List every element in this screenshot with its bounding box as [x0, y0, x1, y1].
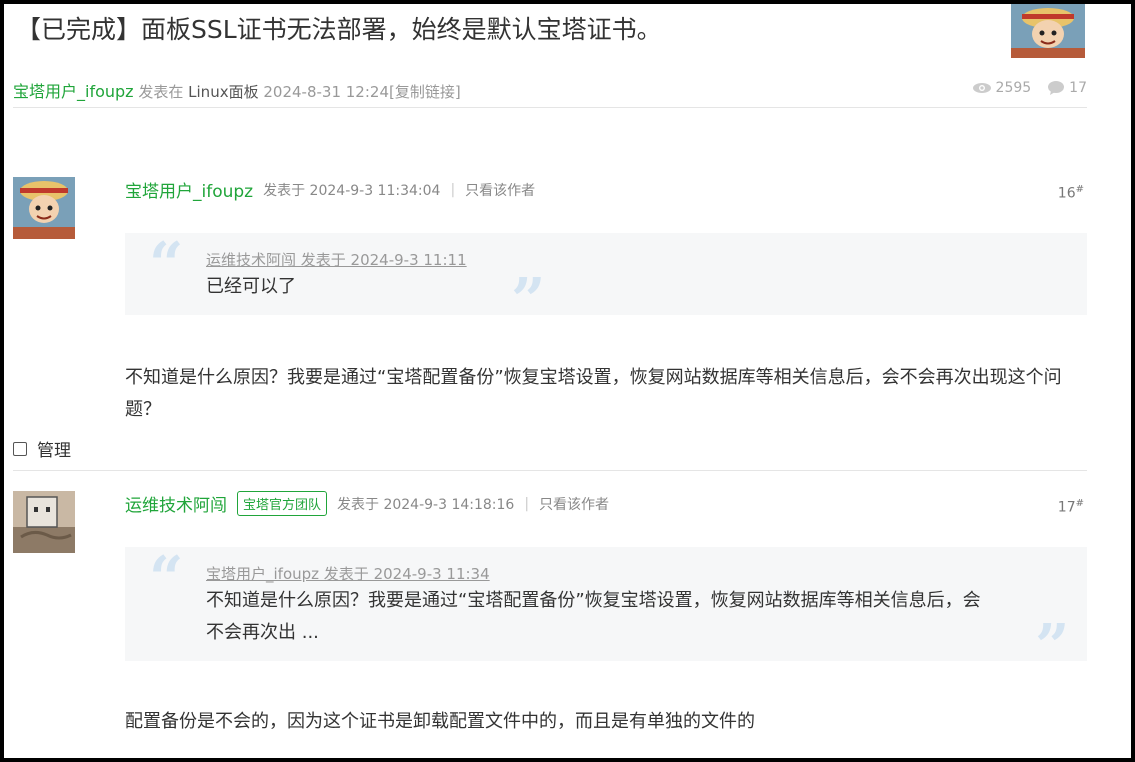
- separator: |: [524, 495, 530, 512]
- board-link[interactable]: Linux面板: [188, 83, 258, 101]
- thread-stats: 2595 17: [972, 80, 1087, 96]
- post-header: 运维技术阿闯 宝塔官方团队 发表于 2024-9-3 14:18:16 | 只看…: [125, 491, 609, 516]
- official-team-badge: 宝塔官方团队: [237, 491, 328, 516]
- post-author-link[interactable]: 运维技术阿闯: [125, 491, 227, 516]
- manage-label: 管理: [37, 441, 71, 461]
- post-avatar[interactable]: [13, 177, 75, 239]
- reply-count: 17: [1069, 80, 1087, 96]
- divider: [13, 107, 1087, 108]
- view-count: 2595: [995, 80, 1032, 96]
- only-author-link[interactable]: 只看该作者: [539, 494, 609, 514]
- page: 【已完成】面板SSL证书无法部署，始终是默认宝塔证书。 宝塔用户_ifoupz …: [4, 4, 1131, 758]
- post-date: 发表于 2024-9-3 14:18:16: [337, 496, 515, 513]
- thread-meta: 宝塔用户_ifoupz 发表在 Linux面板 2024-8-31 12:24[…: [13, 78, 461, 102]
- quote-reference-link[interactable]: 运维技术阿闯 发表于 2024-9-3 11:11: [206, 249, 467, 270]
- quote-text: 不知道是什么原因？我要是通过“宝塔配置备份”恢复宝塔设置，恢复网站数据库等相关信…: [206, 590, 981, 643]
- open-quote-icon: “: [149, 544, 184, 614]
- floor-number[interactable]: 16#: [1058, 184, 1084, 202]
- floor-number[interactable]: 17#: [1058, 498, 1084, 516]
- close-quote-icon: ”: [511, 266, 546, 336]
- quote-block: “ 运维技术阿闯 发表于 2024-9-3 11:11 已经可以了 ”: [125, 230, 1087, 331]
- floor-label: 17: [1057, 499, 1076, 516]
- quote-reference-link[interactable]: 宝塔用户_ifoupz 发表于 2024-9-3 11:34: [206, 563, 490, 584]
- divider: [13, 470, 1087, 471]
- eye-icon: [972, 83, 991, 93]
- post-body: 不知道是什么原因？我要是通过“宝塔配置备份”恢复宝塔设置，恢复网站数据库等相关信…: [125, 367, 1062, 420]
- posted-in-label: 发表在: [138, 83, 184, 101]
- post-body: 配置备份是不会的，因为这个证书是卸载配置文件中的，而且是有单独的文件的: [125, 711, 755, 732]
- post-header: 宝塔用户_ifoupz 发表于 2024-9-3 11:34:04 | 只看该作…: [125, 177, 535, 203]
- separator: |: [450, 181, 456, 198]
- author-avatar[interactable]: [1011, 4, 1085, 58]
- floor-label: 16: [1057, 185, 1076, 202]
- post-avatar[interactable]: [13, 491, 75, 553]
- quote-block: “ 宝塔用户_ifoupz 发表于 2024-9-3 11:34 不知道是什么原…: [125, 544, 1087, 677]
- thread-title: 【已完成】面板SSL证书无法部署，始终是默认宝塔证书。: [16, 15, 662, 44]
- post-date: 发表于 2024-9-3 11:34:04: [263, 182, 441, 199]
- thread-date: 2024-8-31 12:24: [263, 83, 389, 101]
- close-quote-icon: ”: [1035, 612, 1070, 682]
- post-author-link[interactable]: 宝塔用户_ifoupz: [125, 177, 253, 202]
- floor-mark: #: [1075, 184, 1084, 195]
- only-author-link[interactable]: 只看该作者: [465, 180, 535, 200]
- open-quote-icon: “: [149, 230, 184, 300]
- comment-icon: [1048, 81, 1065, 95]
- checkbox[interactable]: [13, 441, 27, 456]
- thread-author-link[interactable]: 宝塔用户_ifoupz: [13, 82, 134, 101]
- copy-link[interactable]: [复制链接]: [389, 83, 461, 101]
- floor-mark: #: [1075, 498, 1084, 509]
- quote-text: 已经可以了: [206, 276, 296, 297]
- manage-checkbox[interactable]: 管理: [13, 436, 71, 461]
